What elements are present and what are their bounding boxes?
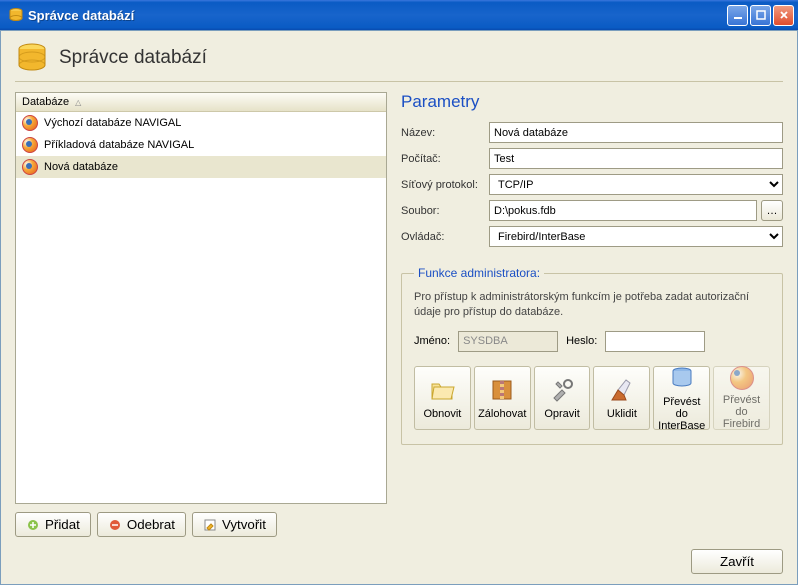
username-field — [458, 331, 558, 352]
restore-label: Obnovit — [423, 408, 461, 420]
host-field[interactable] — [489, 148, 783, 169]
clean-label: Uklidit — [607, 408, 637, 420]
protocol-select[interactable]: TCP/IP — [489, 174, 783, 195]
ellipsis-icon: … — [767, 205, 778, 217]
page-title: Správce databází — [59, 47, 207, 69]
close-button[interactable]: Zavřít — [691, 549, 783, 574]
titlebar: Správce databází — [0, 0, 798, 30]
plus-icon — [26, 518, 40, 532]
name-field[interactable] — [489, 122, 783, 143]
admin-legend: Funkce administratora: — [414, 266, 544, 280]
list-item-label: Výchozí databáze NAVIGAL — [44, 117, 181, 129]
label-host: Počítač: — [401, 153, 489, 165]
add-button[interactable]: Přidat — [15, 512, 91, 537]
database-list: Databáze △ Výchozí databáze NAVIGAL Příkl… — [15, 92, 387, 504]
firebird-icon — [22, 159, 38, 175]
create-button[interactable]: Vytvořit — [192, 512, 277, 537]
repair-button[interactable]: Opravit — [534, 366, 591, 430]
firebird-icon — [22, 115, 38, 131]
list-item-label: Nová databáze — [44, 161, 118, 173]
firebird-icon — [22, 137, 38, 153]
convert-firebird-button: Převést do Firebird — [713, 366, 770, 430]
label-name: Název: — [401, 127, 489, 139]
list-item[interactable]: Výchozí databáze NAVIGAL — [16, 112, 386, 134]
browse-file-button[interactable]: … — [761, 200, 783, 221]
database-icon — [15, 41, 49, 75]
close-button-label: Zavřít — [720, 554, 754, 569]
edit-icon — [203, 518, 217, 532]
tools-icon — [548, 376, 576, 404]
clean-button[interactable]: Uklidit — [593, 366, 650, 430]
backup-label: Zálohovat — [478, 408, 526, 420]
driver-select[interactable]: Firebird/InterBase — [489, 226, 783, 247]
password-field[interactable] — [605, 331, 705, 352]
admin-fieldset: Funkce administratora: Pro přístup k adm… — [401, 266, 783, 445]
list-item[interactable]: Nová databáze — [16, 156, 386, 178]
app-icon — [8, 7, 24, 23]
convert-fb-label: Převést do Firebird — [716, 394, 767, 430]
database-convert-icon — [668, 364, 696, 392]
page-header: Správce databází — [15, 41, 783, 82]
repair-label: Opravit — [544, 408, 579, 420]
list-item-label: Příkladová databáze NAVIGAL — [44, 139, 194, 151]
window-maximize-button[interactable] — [750, 5, 771, 26]
label-file: Soubor: — [401, 205, 489, 217]
minus-icon — [108, 518, 122, 532]
restore-button[interactable]: Obnovit — [414, 366, 471, 430]
backup-button[interactable]: Zálohovat — [474, 366, 531, 430]
list-header-column[interactable]: Databáze △ — [16, 93, 386, 112]
file-field[interactable] — [489, 200, 757, 221]
firebird-icon — [728, 366, 756, 390]
label-driver: Ovládač: — [401, 231, 489, 243]
window-title: Správce databází — [28, 8, 727, 23]
broom-icon — [608, 376, 636, 404]
remove-button[interactable]: Odebrat — [97, 512, 186, 537]
convert-ib-label: Převést do InterBase — [656, 396, 707, 432]
section-title-params: Parametry — [401, 92, 783, 112]
add-button-label: Přidat — [45, 517, 80, 532]
sort-indicator-icon: △ — [75, 98, 81, 107]
folder-open-icon — [428, 376, 456, 404]
admin-description: Pro přístup k administrátorským funkcím … — [414, 290, 770, 321]
create-button-label: Vytvořit — [222, 517, 266, 532]
list-column-label: Databáze — [22, 96, 69, 108]
label-protocol: Síťový protokol: — [401, 179, 489, 191]
archive-icon — [488, 376, 516, 404]
label-username: Jméno: — [414, 335, 450, 347]
list-item[interactable]: Příkladová databáze NAVIGAL — [16, 134, 386, 156]
window-minimize-button[interactable] — [727, 5, 748, 26]
label-password: Heslo: — [566, 335, 597, 347]
remove-button-label: Odebrat — [127, 517, 175, 532]
convert-interbase-button[interactable]: Převést do InterBase — [653, 366, 710, 430]
window-close-button[interactable] — [773, 5, 794, 26]
